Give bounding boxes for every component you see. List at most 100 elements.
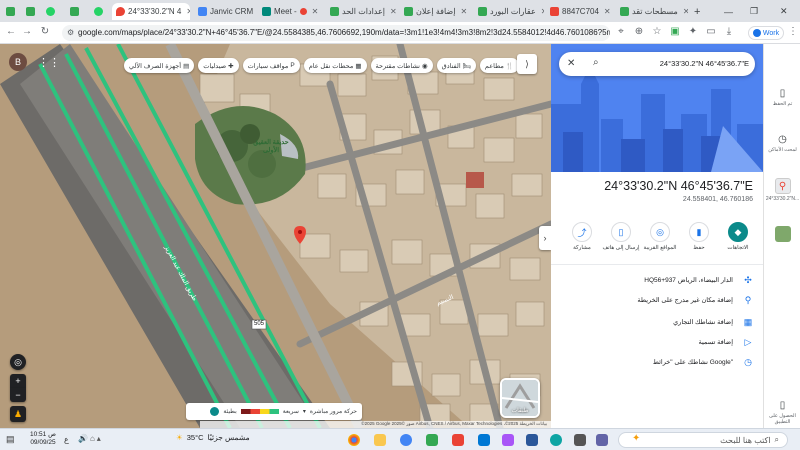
chip-pharmacy[interactable]: صيدليات ✚ [198, 58, 239, 73]
install-icon[interactable]: ⊕ [632, 26, 646, 37]
whatsapp-icon [46, 7, 55, 16]
my-location-button[interactable]: ◎ [10, 354, 26, 370]
share-button[interactable]: ⤴ مشاركة [565, 222, 599, 251]
site-info-icon[interactable]: ⚙ [67, 25, 74, 41]
collapse-panel-button[interactable]: › [539, 226, 551, 250]
location-icon[interactable]: ⌖ [614, 26, 628, 37]
profile-label: Work [762, 29, 780, 37]
rail-saved[interactable]: ▯ تم الحفظ [764, 88, 800, 107]
word-taskbar-icon[interactable] [526, 434, 538, 446]
info-row-add-business[interactable]: إضافة نشاطك التجاري ▦ [558, 312, 753, 332]
back-icon[interactable]: ← [4, 26, 18, 37]
tab-add-ad[interactable]: إضافة إعلان ✕ [400, 3, 472, 20]
info-row-activity[interactable]: نشاطك على "خرائط Google" ◷ [558, 352, 753, 372]
tab-2[interactable] [42, 3, 64, 20]
tab-1[interactable] [22, 3, 40, 20]
new-tab-button[interactable]: + [690, 3, 704, 20]
satellite-map[interactable]: 505 حديقة العقيق الأولى طريق الملك عبد ا… [0, 44, 551, 428]
save-button[interactable]: ▮ حفظ [682, 222, 716, 251]
chip-transit[interactable]: محطات نقل عام ▦ [303, 58, 367, 73]
tab-realestate[interactable]: عقارات البورد ✕ [474, 3, 544, 20]
close-icon[interactable]: ✕ [683, 7, 688, 16]
edge-taskbar-icon[interactable] [550, 434, 562, 446]
zoom-in-button[interactable]: + [10, 374, 26, 388]
directions-button[interactable]: ◆ الاتجاهات [721, 222, 755, 251]
tab-code[interactable]: 8847C704 ✕ [546, 3, 614, 20]
app-taskbar-icon-b[interactable] [502, 434, 514, 446]
chip-parking[interactable]: مواقف سيارات P [242, 58, 300, 73]
info-row-add-place[interactable]: إضافة مكان غير مدرج على الخريطة ⚲ [558, 290, 753, 310]
rail-get-app[interactable]: ▯ الحصول على التطبيق [764, 400, 800, 425]
rail-current-place[interactable]: ⚲ 24°33'30.2"N... [764, 178, 800, 202]
close-icon[interactable]: ✕ [312, 7, 319, 16]
search-icon[interactable]: ⌕ [593, 57, 599, 68]
tray-icons[interactable]: 🔊⌂▴ [78, 434, 103, 443]
sidebar-icon[interactable]: ▭ [704, 26, 718, 37]
system-clock[interactable]: 10:51 ص 09/09/25 [30, 431, 56, 447]
tab-2c[interactable] [90, 3, 112, 20]
search-box[interactable]: ✕ ⌕ 24°33'30.2"N 46°45'36.7"E [559, 52, 755, 76]
tab-crm[interactable]: Janvic CRM ✕ [194, 3, 256, 20]
chip-restaurants[interactable]: مطاعم 🍴 [479, 58, 519, 73]
apps-grid-icon[interactable]: ⋮⋮ [38, 56, 60, 69]
outlook-taskbar-icon[interactable] [478, 434, 490, 446]
weather-widget[interactable]: ☀ 35°C مشمس جزئيًا [176, 433, 250, 442]
store-taskbar-icon[interactable] [574, 434, 586, 446]
phone-icon: ▯ [779, 400, 786, 411]
tab-0[interactable] [2, 3, 20, 20]
close-icon[interactable]: ✕ [541, 7, 544, 16]
tab-settings[interactable]: إعدادات الحد ✕ [326, 3, 398, 20]
traffic-mode[interactable]: حركة مرور مباشرة [310, 408, 357, 415]
close-icon[interactable]: ✕ [390, 7, 397, 16]
nearby-button[interactable]: ◎ المواقع القريبة [643, 222, 677, 251]
window-close-icon[interactable]: ✕ [776, 3, 792, 20]
menu-icon[interactable]: ⋮ [786, 26, 800, 37]
account-avatar[interactable]: B [9, 53, 27, 71]
info-row-plus-code[interactable]: HQ56+937 الدار البيضاء، الرياض ✣ [558, 270, 753, 290]
send-to-phone-button[interactable]: ▯ إرسال إلى هاتف [602, 222, 640, 251]
tab-meet[interactable]: Meet - ✕ [258, 3, 324, 20]
copilot-icon[interactable]: ✦ [632, 433, 640, 444]
rail-map-thumb[interactable] [764, 226, 800, 242]
tab-active-maps[interactable]: 24°33'30.2"N 4 ✕ [112, 3, 190, 20]
minimize-icon[interactable]: — [720, 3, 736, 20]
close-icon[interactable]: ✕ [186, 7, 190, 16]
downloads-icon[interactable]: ⤓ [722, 26, 736, 37]
explorer-taskbar-icon[interactable] [374, 434, 386, 446]
tab-areas[interactable]: مسطحات تقد ✕ [616, 3, 688, 20]
teams-taskbar-icon[interactable] [596, 434, 608, 446]
chip-hotels[interactable]: الفنادق 🛏 [436, 58, 476, 73]
profile-work-button[interactable]: Work [748, 26, 784, 40]
traffic-legend[interactable]: حركة مرور مباشرة ▾ سريعة بطيئة [186, 403, 362, 420]
notification-icon[interactable]: ▤ [6, 434, 15, 445]
layers-button[interactable]: طبقات [500, 378, 540, 418]
windows-search-box[interactable]: اكتب هنا للبحث ⌕ [618, 432, 788, 448]
chip-atm[interactable]: أجهزة الصرف الآلي ▤ [123, 58, 195, 73]
zoom-out-button[interactable]: − [10, 388, 26, 402]
reload-icon[interactable]: ↻ [38, 26, 52, 37]
chrome-taskbar-icon[interactable] [348, 434, 360, 446]
close-icon[interactable]: ✕ [460, 7, 467, 16]
chip-activities[interactable]: نشاطات مقترحة ◉ [370, 58, 433, 73]
search-input[interactable]: 24°33'30.2"N 46°45'36.7"E [617, 59, 749, 68]
extension-sheets-icon[interactable]: ▣ [668, 26, 682, 37]
address-bar[interactable]: ⚙ google.com/maps/place/24°33'30.2"N+46°… [62, 25, 610, 41]
directions-mini-button[interactable]: ⟩ [517, 54, 537, 74]
extensions-icon[interactable]: ✦ [686, 26, 700, 37]
tab-2b[interactable] [66, 3, 88, 20]
rail-recents[interactable]: ◷ لمحت الأماكن [764, 134, 800, 153]
pegman-icon[interactable]: ♟ [10, 406, 26, 422]
maximize-icon[interactable]: ❐ [746, 3, 762, 20]
app-taskbar-icon-a[interactable] [426, 434, 438, 446]
youtube-taskbar-icon[interactable] [452, 434, 464, 446]
site-icon [478, 7, 487, 16]
bookmark-star-icon[interactable]: ☆ [650, 26, 664, 37]
meet-taskbar-icon[interactable] [400, 434, 412, 446]
close-icon[interactable]: ✕ [567, 58, 575, 69]
info-row-add-label[interactable]: إضافة تسمية ▷ [558, 332, 753, 352]
map-imagery[interactable] [0, 44, 551, 428]
forward-icon[interactable]: → [20, 26, 34, 37]
close-icon[interactable]: ✕ [604, 7, 611, 16]
category-chips: مطاعم 🍴 الفنادق 🛏 نشاطات مقترحة ◉ محطات نقل… [123, 58, 519, 73]
language-indicator[interactable]: ع [64, 435, 69, 444]
